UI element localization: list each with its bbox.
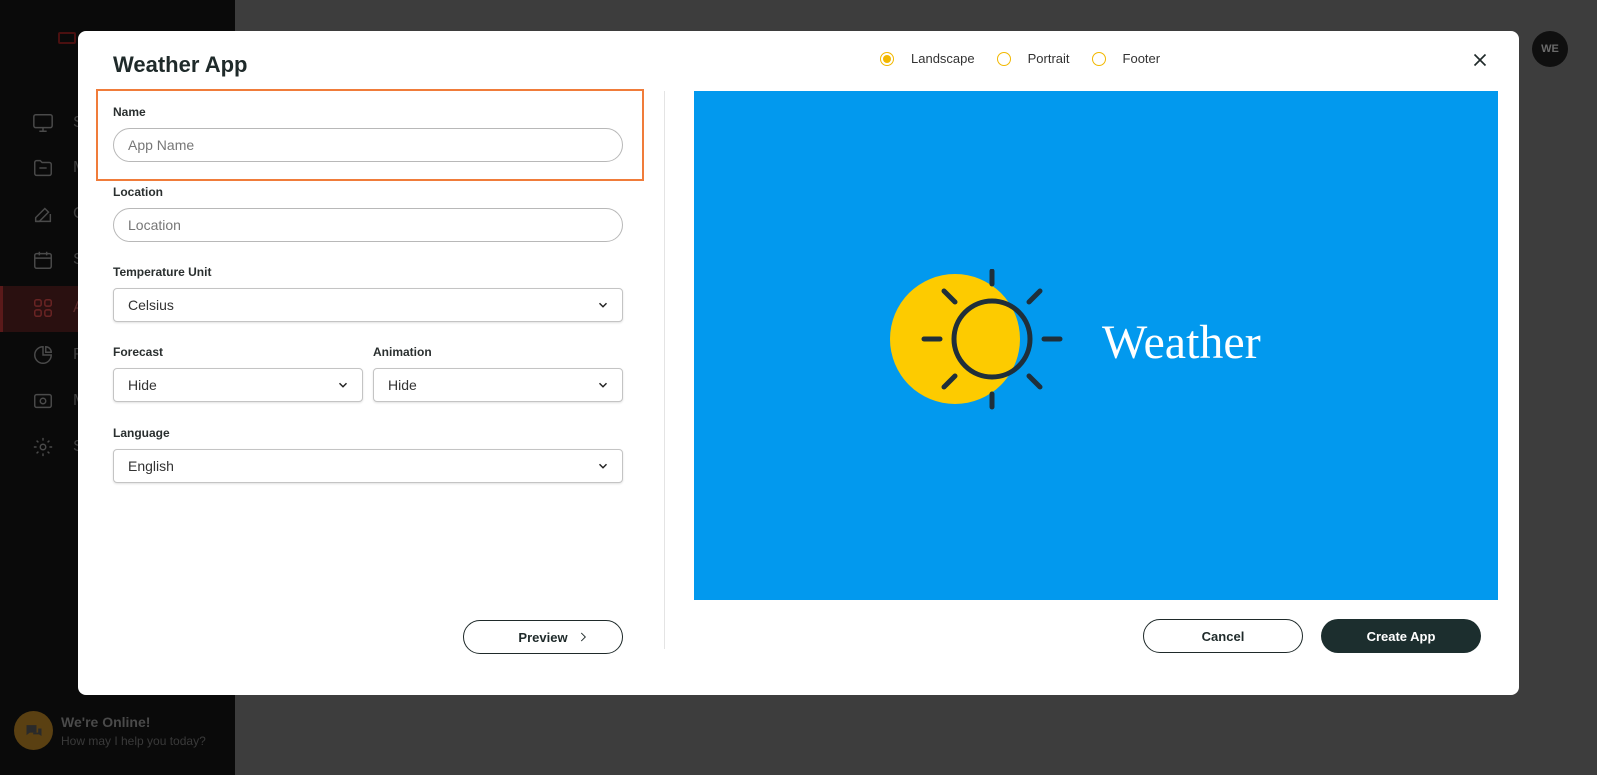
language-select[interactable]: English — [113, 449, 623, 483]
chevron-down-icon — [336, 378, 350, 392]
radio-selected-icon — [880, 51, 894, 66]
select-value: Hide — [128, 377, 157, 393]
money-icon[interactable] — [32, 390, 54, 412]
app-name-input[interactable] — [113, 128, 623, 162]
preview-weather-label: Weather — [1102, 316, 1261, 369]
chevron-down-icon — [596, 378, 610, 392]
column-divider — [664, 91, 665, 649]
chat-icon — [14, 711, 53, 750]
radio-label: Portrait — [1027, 51, 1070, 66]
forecast-label: Forecast — [113, 345, 164, 359]
radio-unselected-icon — [996, 51, 1011, 66]
modal-title: Weather App — [113, 52, 248, 77]
user-avatar[interactable]: WE — [1532, 31, 1568, 67]
chevron-right-icon — [576, 630, 590, 644]
close-icon[interactable] — [1469, 49, 1491, 71]
radio-label: Landscape — [911, 51, 975, 66]
animation-select[interactable]: Hide — [373, 368, 623, 402]
apps-grid-icon[interactable] — [32, 297, 54, 319]
select-value: Hide — [388, 377, 417, 393]
pie-chart-icon[interactable] — [32, 344, 54, 366]
location-label: Location — [113, 185, 163, 199]
edit-icon[interactable] — [32, 203, 54, 225]
radio-footer[interactable]: Footer — [1091, 51, 1161, 66]
chevron-down-icon — [596, 459, 610, 473]
preview-button[interactable]: Preview — [463, 620, 623, 654]
chat-title: We're Online! — [61, 713, 151, 730]
select-value: English — [128, 458, 174, 474]
preview-button-label: Preview — [518, 629, 568, 645]
app-preview: Weather — [694, 91, 1498, 600]
radio-unselected-icon — [1091, 51, 1106, 66]
animation-label: Animation — [373, 345, 432, 359]
chat-widget[interactable]: We're Online! How may I help you today? — [14, 711, 206, 750]
radio-landscape[interactable]: Landscape — [880, 51, 975, 66]
forecast-select[interactable]: Hide — [113, 368, 363, 402]
radio-portrait[interactable]: Portrait — [996, 51, 1070, 66]
chat-subtitle: How may I help you today? — [61, 733, 206, 748]
select-value: Celsius — [128, 297, 174, 313]
logo — [58, 32, 76, 44]
monitor-icon[interactable] — [32, 112, 54, 134]
cancel-button[interactable]: Cancel — [1143, 619, 1303, 653]
calendar-icon[interactable] — [32, 249, 54, 271]
create-app-button[interactable]: Create App — [1321, 619, 1481, 653]
folder-icon[interactable] — [32, 157, 54, 179]
create-weather-app-modal: Weather App Landscape Portrait Footer Na… — [78, 31, 1519, 695]
language-label: Language — [113, 426, 170, 440]
gear-icon[interactable] — [32, 436, 54, 458]
chevron-down-icon — [596, 298, 610, 312]
temperature-unit-select[interactable]: Celsius — [113, 288, 623, 322]
orientation-radio-group: Landscape Portrait Footer — [880, 51, 1182, 66]
location-input[interactable] — [113, 208, 623, 242]
name-label: Name — [113, 105, 146, 119]
radio-label: Footer — [1122, 51, 1161, 66]
temperature-unit-label: Temperature Unit — [113, 265, 212, 279]
sun-icon — [890, 269, 1063, 410]
